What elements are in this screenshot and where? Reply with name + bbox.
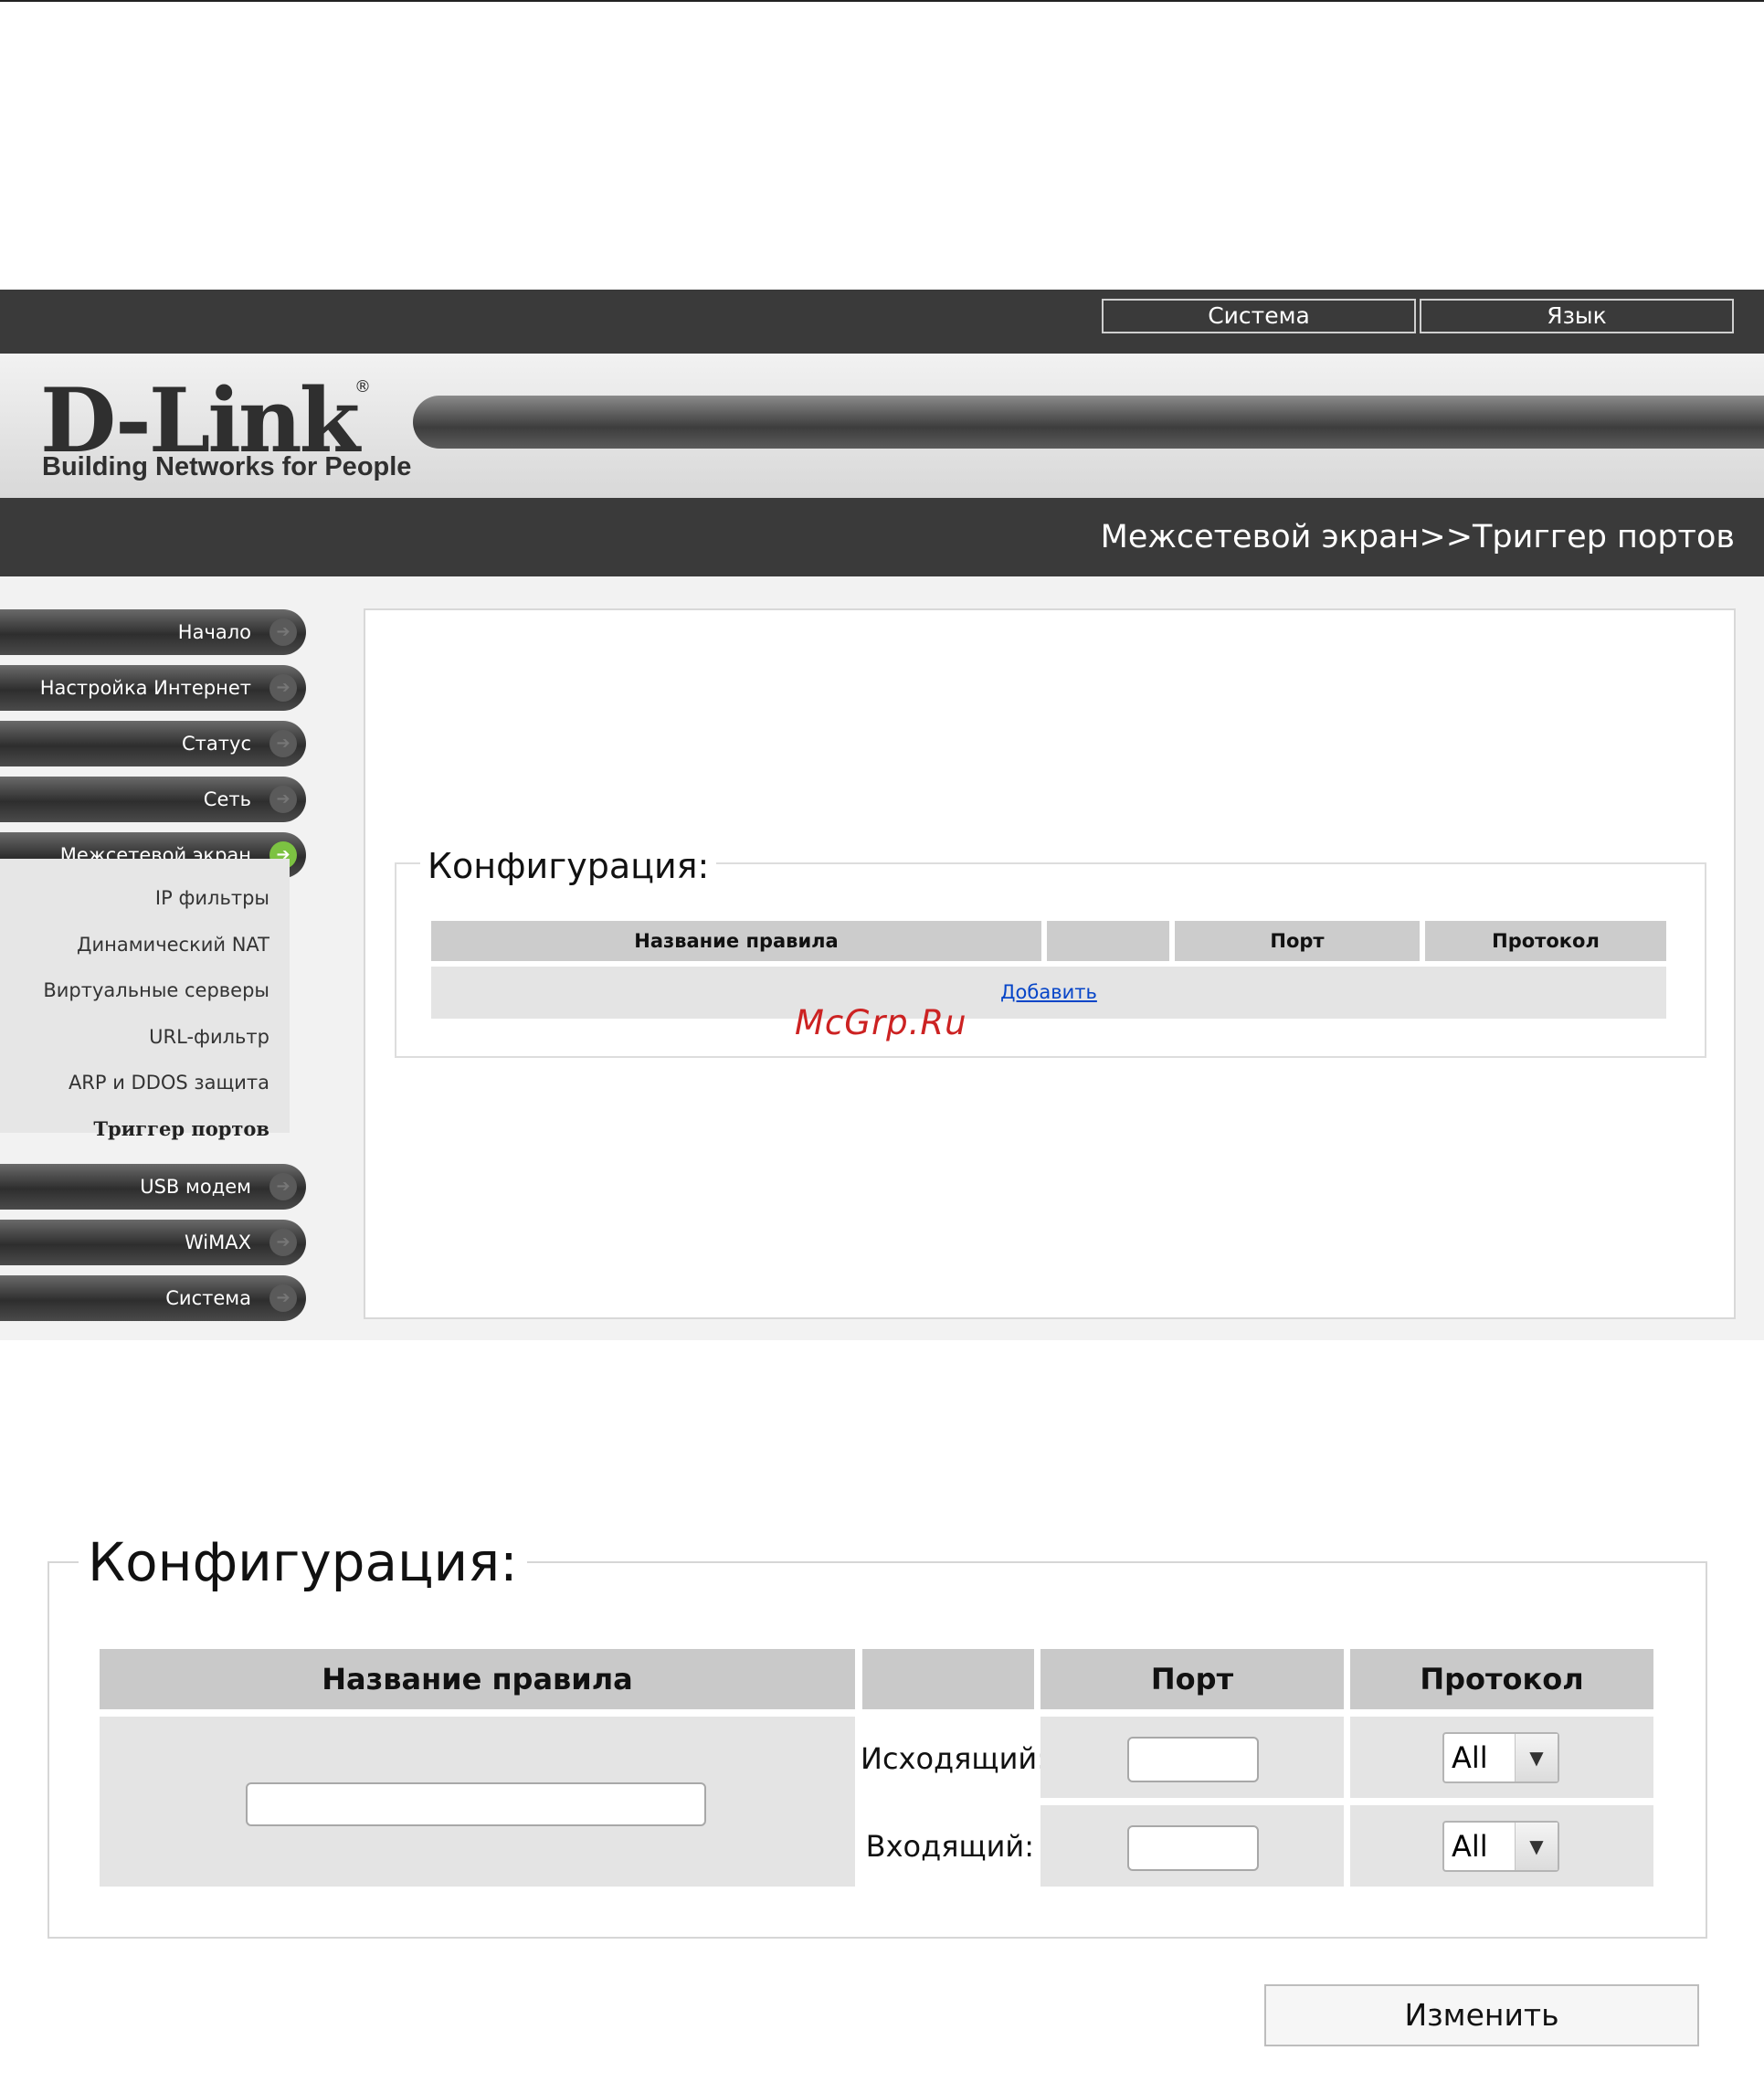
outgoing-protocol-cell: All ▼ [1350,1717,1653,1798]
arrow-right-circle-icon: ➔ [269,1173,297,1200]
rule-name-input[interactable] [246,1782,706,1826]
nav-item-system[interactable]: Система ➔ [0,1275,306,1321]
subnav-url-filter[interactable]: URL-фильтр [149,1026,269,1048]
add-row: Добавить [431,967,1666,1019]
top-bar: Система Язык [0,290,1764,354]
title-bar: Межсетевой экран>>Триггер портов [0,498,1764,576]
nav-item-usb-modem[interactable]: USB модем ➔ [0,1164,306,1210]
subnav-arp-ddos[interactable]: ARP и DDOS защита [69,1072,269,1094]
incoming-port-cell [1040,1805,1344,1887]
nav-label: Статус [182,733,251,755]
detail-header-port: Порт [1040,1649,1344,1709]
detail-header-protocol: Протокол [1350,1649,1653,1709]
subnav-port-trigger[interactable]: Триггер портов [93,1117,269,1140]
incoming-label: Входящий: [865,1829,1034,1864]
arrow-right-circle-icon: ➔ [269,618,297,646]
chevron-down-icon[interactable]: ▼ [1515,1823,1558,1870]
arrow-right-circle-icon: ➔ [269,674,297,702]
change-button[interactable]: Изменить [1264,1984,1699,2046]
detail-config-legend: Конфигурация: [79,1531,527,1593]
top-rule [0,0,1764,2]
language-top-button[interactable]: Язык [1420,299,1734,333]
outgoing-port-cell [1040,1717,1344,1798]
add-rule-link[interactable]: Добавить [1000,981,1097,1003]
config-legend: Конфигурация: [420,846,717,886]
header-port: Порт [1175,921,1420,961]
detail-header-rule-name: Название правила [100,1649,855,1709]
incoming-protocol-select[interactable]: All ▼ [1442,1821,1559,1872]
watermark: McGrp.Ru [795,1003,967,1042]
system-top-button[interactable]: Система [1102,299,1416,333]
arrow-right-circle-icon: ➔ [269,730,297,757]
nav-label: Сеть [203,788,251,810]
outgoing-protocol-value: All [1452,1740,1488,1775]
nav-item-status[interactable]: Статус ➔ [0,721,306,766]
header-rule-name: Название правила [431,921,1041,961]
nav-item-wimax[interactable]: WiMAX ➔ [0,1220,306,1265]
logo-tagline: Building Networks for People [42,452,412,481]
nav-label: USB модем [140,1176,251,1198]
arrow-right-circle-icon: ➔ [269,786,297,813]
outgoing-protocol-select[interactable]: All ▼ [1442,1732,1559,1783]
nav-item-internet-setup[interactable]: Настройка Интернет ➔ [0,665,306,711]
nav-label: WiMAX [184,1231,251,1253]
subnav-dynamic-nat[interactable]: Динамический NAT [77,934,269,956]
nav-label: Система [165,1287,251,1309]
firewall-submenu: IP фильтры Динамический NAT Виртуальные … [0,859,290,1140]
nav-item-network[interactable]: Сеть ➔ [0,777,306,822]
detail-header-direction [862,1649,1034,1709]
page-breadcrumb: Межсетевой экран>>Триггер портов [1100,519,1735,555]
header-direction [1047,921,1169,961]
header-decorative-bar [413,396,1764,449]
chevron-down-icon[interactable]: ▼ [1515,1734,1558,1781]
subnav-virtual-servers[interactable]: Виртуальные серверы [43,979,269,1001]
registered-mark: ® [354,377,371,396]
incoming-protocol-value: All [1452,1829,1488,1864]
header-protocol: Протокол [1425,921,1666,961]
arrow-right-circle-icon: ➔ [269,1284,297,1312]
subnav-ip-filters[interactable]: IP фильтры [155,887,269,909]
router-admin-panel: Система Язык D-Link ® Building Networks … [0,290,1764,1340]
nav-label: Начало [177,621,251,643]
arrow-right-circle-icon: ➔ [269,1229,297,1256]
incoming-protocol-cell: All ▼ [1350,1805,1653,1887]
nav-item-home[interactable]: Начало ➔ [0,609,306,655]
outgoing-port-input[interactable] [1127,1737,1259,1782]
incoming-port-input[interactable] [1127,1825,1259,1871]
rule-name-cell [100,1717,855,1887]
nav-label: Настройка Интернет [39,677,251,699]
outgoing-label: Исходящий: [861,1741,1047,1776]
